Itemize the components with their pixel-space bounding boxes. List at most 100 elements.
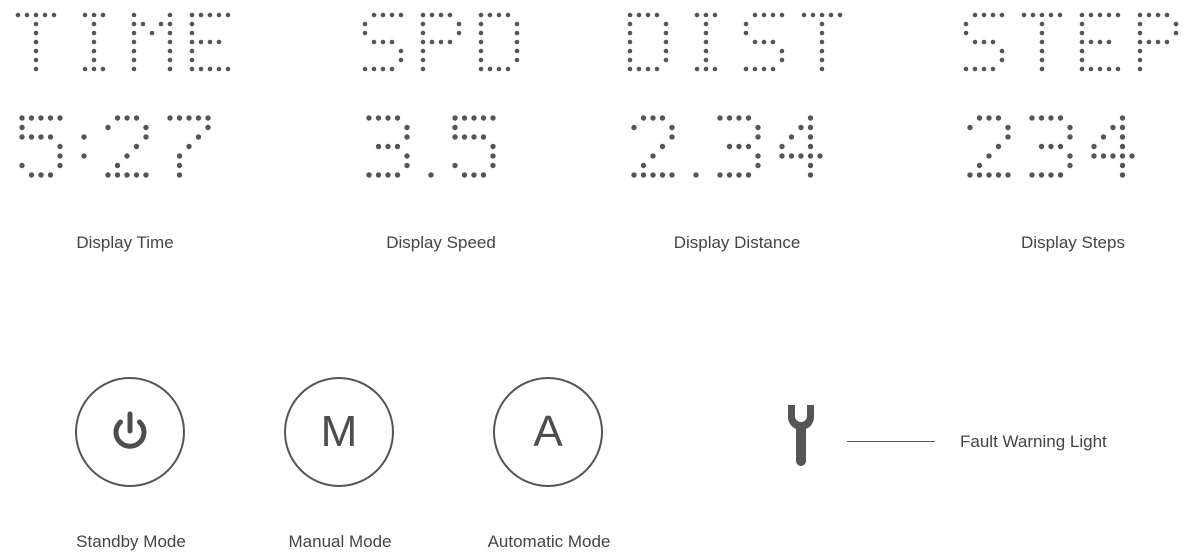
distance-value-dot [798,153,804,159]
speed-value-dot [471,115,477,121]
display-time-caption: Display Time [76,233,174,252]
distance-label-dot [770,66,776,72]
speed-label-dot [420,30,426,36]
automatic-mode-button[interactable]: A [493,377,603,487]
distance-label-dot [654,12,660,18]
time-value-dot [114,162,121,169]
distance-label-dot [703,39,709,45]
time-label-dot [225,12,231,18]
distance-value-dot [788,134,795,140]
speed-value-dot [452,115,458,121]
steps-label-dot [1137,21,1143,27]
manual-mode-button[interactable]: M [284,377,394,487]
steps-value-dot [967,124,973,131]
time-label-dot [167,48,173,54]
steps-label-dot [1106,12,1112,18]
speed-value-dot [404,153,410,159]
time-label-dot [51,12,57,18]
distance-value-dot [807,143,814,150]
time-value-dot [47,115,54,121]
distance-value-dot [755,124,761,131]
distance-label-dot [703,66,709,72]
steps-label-dot [972,66,978,72]
dot-matrix-display [15,12,1179,178]
distance-label-dot [819,21,825,27]
steps-label-dot [1079,30,1085,36]
steps-label-dot [1048,12,1054,18]
steps-label-dot [990,12,996,18]
speed-label-dot [389,66,395,72]
steps-value-dot [1119,172,1126,178]
time-label-dot [216,39,222,45]
steps-label-dot [1173,21,1179,27]
speed-label-dot [505,66,511,72]
steps-value-dot [976,172,983,178]
speed-label-dot [362,66,368,72]
steps-label-dot [990,66,996,72]
steps-label-dot [972,12,978,18]
distance-value-dot [736,115,742,121]
speed-value-dot [480,134,487,140]
distance-label-dot [819,12,825,18]
speed-value-dot [394,172,401,178]
time-value-dot [205,115,211,121]
time-label-dot [198,12,204,18]
distance-value-dot [640,162,647,169]
distance-label-dot [627,48,633,54]
distance-label-dot [761,39,767,45]
display-speed-caption: Display Speed [386,233,496,252]
steps-label-dot [1057,12,1063,18]
time-label-dot [167,66,173,72]
distance-value-dot [669,134,675,140]
distance-label-dot [770,12,776,18]
display-distance-caption: Display Distance [673,233,801,252]
distance-value-dot [807,134,814,140]
steps-label-dot [1039,30,1045,36]
steps-label-dot [1164,12,1170,18]
speed-label-dot [514,30,520,36]
time-value-dot [19,162,25,169]
steps-label-dot [1039,48,1045,54]
speed-value-dot [452,134,458,140]
distance-label-dot [703,21,709,27]
speed-value-dot [461,115,468,121]
distance-label-dot [810,12,816,18]
time-value-dot [28,134,35,140]
distance-label-dot [819,66,825,72]
steps-value-dot [976,162,983,169]
time-value-dot [19,124,25,131]
distance-value-dot [755,153,761,159]
steps-label-dot [1137,57,1143,63]
steps-label-dot [1097,39,1103,45]
distance-value-dot [807,115,814,121]
speed-label-dot [514,57,520,63]
speed-value-dot [394,115,401,121]
distance-value-dot [755,162,761,169]
distance-value-dot [726,115,733,121]
speed-label-dot [380,66,386,72]
steps-value-dot [1119,143,1126,150]
speed-label-dot [429,12,435,18]
steps-label-dot [963,21,969,27]
steps-value-dot [1100,153,1107,159]
distance-value-dot [650,172,656,178]
distance-label-dot [627,21,633,27]
standby-mode-button[interactable] [75,377,185,487]
time-label-dot [225,66,231,72]
speed-label-dot [514,48,520,54]
steps-label-dot [1079,39,1085,45]
speed-label-dot [420,12,426,18]
speed-value-dot [394,143,401,150]
distance-label-dot [712,12,718,18]
distance-value-dot [745,143,752,150]
distance-label-dot [694,12,700,18]
distance-label-dot [743,30,749,36]
steps-label-dot [1115,12,1121,18]
distance-value-dot [807,172,814,178]
time-value-dot [186,115,192,121]
time-value-dot [133,172,140,178]
speed-label-dot [478,12,484,18]
time-value-dot [81,153,87,159]
time-value-dot [186,143,192,150]
time-value-dot [57,153,63,159]
